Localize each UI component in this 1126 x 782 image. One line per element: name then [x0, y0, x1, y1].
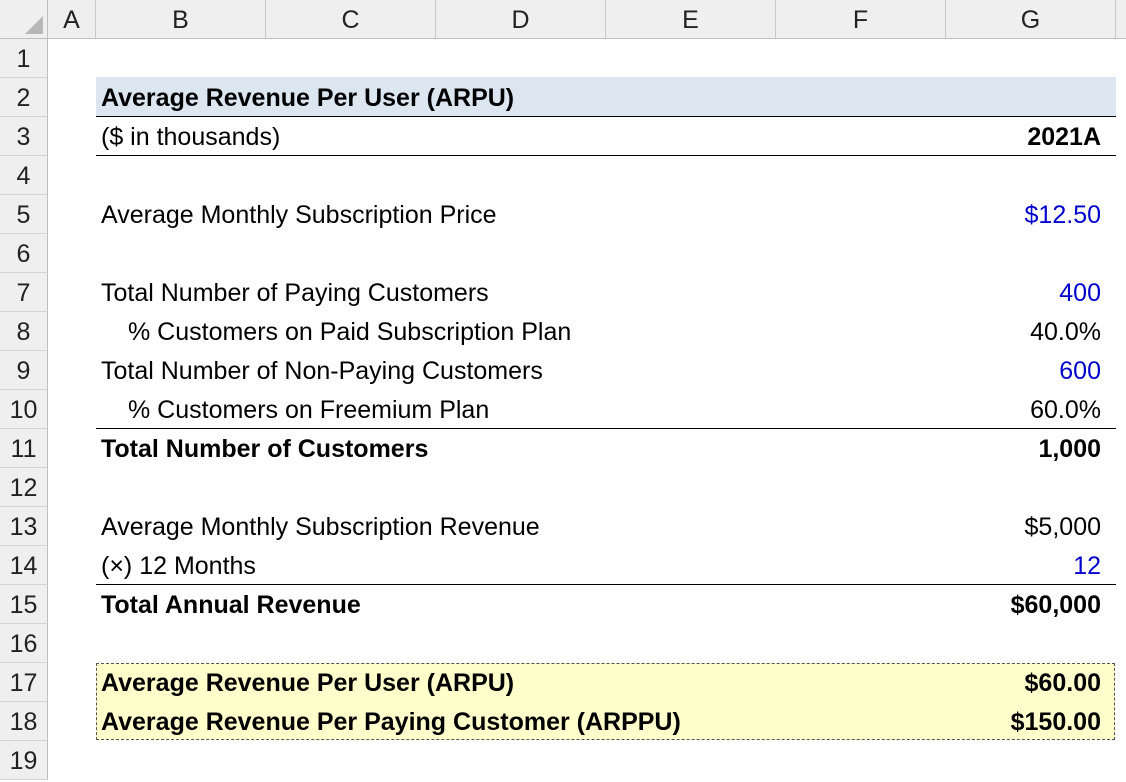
row-header-3[interactable]: 3	[0, 117, 48, 156]
row-header-14[interactable]: 14	[0, 546, 48, 585]
pct-freemium-value[interactable]: 60.0%	[1030, 390, 1101, 429]
sheet-title[interactable]: Average Revenue Per User (ARPU)	[101, 78, 514, 117]
non-paying-customers-value[interactable]: 600	[1059, 351, 1101, 390]
paying-customers-value[interactable]: 400	[1059, 273, 1101, 312]
total-customers-value[interactable]: 1,000	[1038, 429, 1101, 468]
row-header-10[interactable]: 10	[0, 390, 48, 429]
row-header-15[interactable]: 15	[0, 585, 48, 624]
arppu-value[interactable]: $150.00	[1011, 702, 1101, 741]
column-header-d[interactable]: D	[436, 0, 606, 38]
arppu-label[interactable]: Average Revenue Per Paying Customer (ARP…	[101, 702, 681, 741]
avg-price-value[interactable]: $12.50	[1025, 195, 1101, 234]
row-header-2[interactable]: 2	[0, 78, 48, 117]
column-header-b[interactable]: B	[96, 0, 266, 38]
select-all-icon	[25, 16, 43, 34]
row-header-13[interactable]: 13	[0, 507, 48, 546]
row-header-6[interactable]: 6	[0, 234, 48, 273]
column-header-c[interactable]: C	[266, 0, 436, 38]
row-header-19[interactable]: 19	[0, 741, 48, 780]
arpu-value[interactable]: $60.00	[1025, 663, 1101, 702]
row-header-17[interactable]: 17	[0, 663, 48, 702]
row-header-8[interactable]: 8	[0, 312, 48, 351]
column-header-f[interactable]: F	[776, 0, 946, 38]
column-header-bar: A B C D E F G	[0, 0, 1126, 39]
row-header-9[interactable]: 9	[0, 351, 48, 390]
column-header-a[interactable]: A	[48, 0, 96, 38]
pct-paid-value[interactable]: 40.0%	[1030, 312, 1101, 351]
pct-freemium-label[interactable]: % Customers on Freemium Plan	[128, 390, 489, 429]
total-annual-revenue-value[interactable]: $60,000	[1011, 585, 1101, 624]
units-label[interactable]: ($ in thousands)	[101, 117, 280, 156]
pct-paid-label[interactable]: % Customers on Paid Subscription Plan	[128, 312, 571, 351]
total-annual-revenue-label[interactable]: Total Annual Revenue	[101, 585, 361, 624]
paying-customers-label[interactable]: Total Number of Paying Customers	[101, 273, 489, 312]
row-header-12[interactable]: 12	[0, 468, 48, 507]
months-label[interactable]: (×) 12 Months	[101, 546, 256, 585]
avg-price-label[interactable]: Average Monthly Subscription Price	[101, 195, 497, 234]
row-header-5[interactable]: 5	[0, 195, 48, 234]
arpu-label[interactable]: Average Revenue Per User (ARPU)	[101, 663, 514, 702]
total-customers-label[interactable]: Total Number of Customers	[101, 429, 428, 468]
select-all-corner[interactable]	[0, 0, 48, 38]
non-paying-customers-label[interactable]: Total Number of Non-Paying Customers	[101, 351, 543, 390]
column-header-e[interactable]: E	[606, 0, 776, 38]
row-header-1[interactable]: 1	[0, 39, 48, 78]
row-header-7[interactable]: 7	[0, 273, 48, 312]
avg-monthly-revenue-value[interactable]: $5,000	[1025, 507, 1101, 546]
row-header-4[interactable]: 4	[0, 156, 48, 195]
avg-monthly-revenue-label[interactable]: Average Monthly Subscription Revenue	[101, 507, 540, 546]
row-header-18[interactable]: 18	[0, 702, 48, 741]
period-header[interactable]: 2021A	[1027, 117, 1101, 156]
row-header-16[interactable]: 16	[0, 624, 48, 663]
months-value[interactable]: 12	[1073, 546, 1101, 585]
row-header-11[interactable]: 11	[0, 429, 48, 468]
column-header-g[interactable]: G	[946, 0, 1116, 38]
